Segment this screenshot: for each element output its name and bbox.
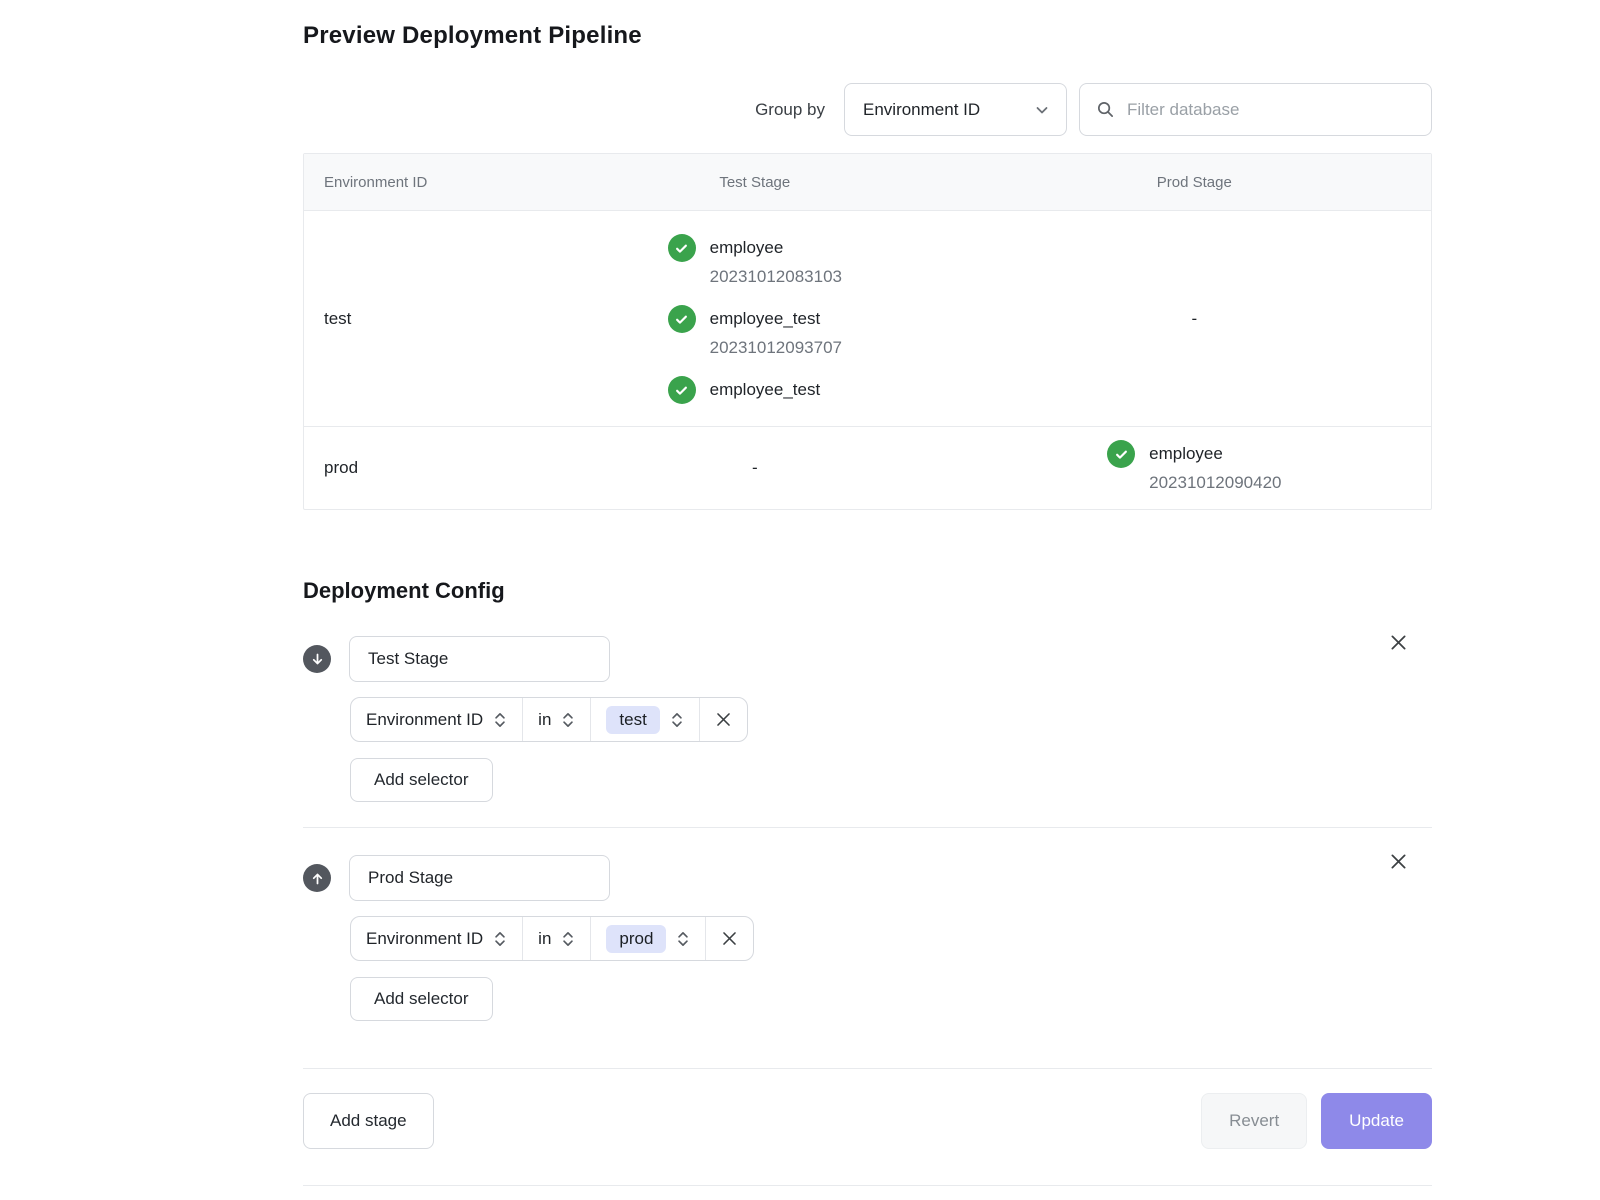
- check-circle-icon: [1107, 440, 1135, 468]
- chevron-down-icon: [1034, 102, 1050, 118]
- database-name: employee: [710, 233, 842, 262]
- content-area: Preview Deployment Pipeline Group by Env…: [303, 0, 1432, 1186]
- stage-name-input[interactable]: [349, 636, 610, 682]
- group-by-dropdown[interactable]: Environment ID: [844, 83, 1067, 136]
- selector-field-select[interactable]: Environment ID: [351, 698, 522, 741]
- deployment-item: employee_test 20231012093707: [668, 304, 842, 362]
- close-icon: [720, 929, 739, 948]
- footer-actions: Add stage Revert Update: [303, 1093, 1432, 1149]
- add-selector-button[interactable]: Add selector: [350, 758, 493, 802]
- stage-divider: [303, 827, 1432, 828]
- column-header-prod-stage: Prod Stage: [958, 174, 1431, 191]
- stage-name-input[interactable]: [349, 855, 610, 901]
- deployment-timestamp: 20231012090420: [1149, 468, 1281, 497]
- selector-row: Environment ID in prod: [350, 916, 1432, 961]
- stage-config-prod: Environment ID in prod: [303, 855, 1432, 1021]
- selector-field-value: Environment ID: [366, 710, 483, 730]
- database-name: employee_test: [710, 375, 821, 404]
- deployment-item: employee 20231012083103: [668, 233, 842, 291]
- check-circle-icon: [668, 305, 696, 333]
- page-title: Preview Deployment Pipeline: [303, 22, 1432, 50]
- stage-config-test: Environment ID in test: [303, 636, 1432, 802]
- footer-divider: [303, 1068, 1432, 1069]
- deployment-list: employee 20231012090420: [1107, 427, 1281, 509]
- move-stage-down-button[interactable]: [303, 645, 331, 673]
- selector-value-badge: test: [606, 706, 659, 734]
- selector-value-select[interactable]: prod: [590, 917, 705, 960]
- stage-header: [303, 636, 1432, 682]
- database-name: employee: [1149, 439, 1281, 468]
- selector-field-value: Environment ID: [366, 929, 483, 949]
- updown-chevron-icon: [493, 930, 507, 948]
- test-stage-cell: employee 20231012083103 employee_test 20…: [552, 211, 958, 426]
- remove-selector-button[interactable]: [699, 698, 747, 741]
- updown-chevron-icon: [561, 930, 575, 948]
- selector-value-badge: prod: [606, 925, 666, 953]
- add-stage-button[interactable]: Add stage: [303, 1093, 434, 1149]
- table-row: prod - employee 20231012090420: [304, 427, 1431, 509]
- group-by-label: Group by: [755, 100, 825, 120]
- remove-stage-button[interactable]: [1382, 626, 1414, 658]
- move-stage-up-button[interactable]: [303, 864, 331, 892]
- search-icon: [1096, 100, 1115, 119]
- label-selector: Environment ID in prod: [350, 916, 754, 961]
- toolbar: Group by Environment ID: [303, 83, 1432, 136]
- selector-field-select[interactable]: Environment ID: [351, 917, 522, 960]
- database-name: employee_test: [710, 304, 842, 333]
- table-header-row: Environment ID Test Stage Prod Stage: [304, 154, 1431, 211]
- table-row: test employee 20231012083103: [304, 211, 1431, 427]
- prod-stage-cell: employee 20231012090420: [958, 427, 1431, 509]
- selector-operator-value: in: [538, 710, 551, 730]
- environment-id-cell: prod: [304, 458, 552, 478]
- check-circle-icon: [668, 376, 696, 404]
- selector-value-select[interactable]: test: [590, 698, 698, 741]
- deployment-config-title: Deployment Config: [303, 578, 1432, 604]
- updown-chevron-icon: [670, 711, 684, 729]
- environment-id-cell: test: [304, 309, 552, 329]
- deployment-item: employee_test: [668, 375, 821, 404]
- updown-chevron-icon: [676, 930, 690, 948]
- selector-operator-select[interactable]: in: [522, 698, 590, 741]
- column-header-test-stage: Test Stage: [552, 174, 958, 191]
- selector-operator-value: in: [538, 929, 551, 949]
- add-selector-row: Add selector: [350, 977, 1432, 1021]
- footer-right-actions: Revert Update: [1201, 1093, 1432, 1149]
- prod-stage-empty-cell: -: [958, 309, 1431, 329]
- page: Preview Deployment Pipeline Group by Env…: [0, 0, 1600, 1200]
- selector-row: Environment ID in test: [350, 697, 1432, 742]
- filter-searchbox[interactable]: [1079, 83, 1432, 136]
- revert-button[interactable]: Revert: [1201, 1093, 1307, 1149]
- updown-chevron-icon: [561, 711, 575, 729]
- remove-stage-button[interactable]: [1382, 845, 1414, 877]
- pipeline-table: Environment ID Test Stage Prod Stage tes…: [303, 153, 1432, 510]
- deployment-list: employee 20231012083103 employee_test 20…: [668, 211, 842, 426]
- add-selector-button[interactable]: Add selector: [350, 977, 493, 1021]
- arrow-down-icon: [310, 652, 325, 667]
- deployment-timestamp: 20231012093707: [710, 333, 842, 362]
- bottom-divider: [303, 1185, 1432, 1186]
- arrow-up-icon: [310, 871, 325, 886]
- deployment-item: employee 20231012090420: [1107, 439, 1281, 497]
- group-by-value: Environment ID: [863, 100, 980, 120]
- close-icon: [714, 710, 733, 729]
- selector-operator-select[interactable]: in: [522, 917, 590, 960]
- column-header-environment-id: Environment ID: [304, 174, 552, 191]
- update-button[interactable]: Update: [1321, 1093, 1432, 1149]
- stage-header: [303, 855, 1432, 901]
- add-selector-row: Add selector: [350, 758, 1432, 802]
- label-selector: Environment ID in test: [350, 697, 748, 742]
- remove-selector-button[interactable]: [705, 917, 753, 960]
- test-stage-empty-cell: -: [552, 458, 958, 478]
- updown-chevron-icon: [493, 711, 507, 729]
- filter-database-input[interactable]: [1127, 100, 1415, 120]
- deployment-timestamp: 20231012083103: [710, 262, 842, 291]
- check-circle-icon: [668, 234, 696, 262]
